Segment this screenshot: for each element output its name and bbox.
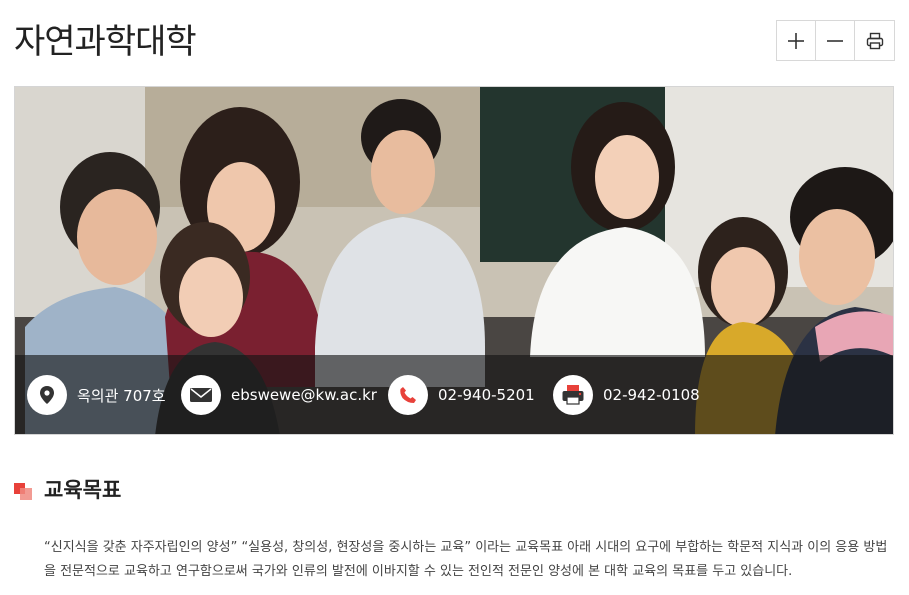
zoom-in-button[interactable] <box>777 21 816 60</box>
print-button[interactable] <box>855 21 894 60</box>
contact-email[interactable]: ebswewe@kw.ac.kr <box>181 375 377 415</box>
hero-banner: 옥의관 707호 ebswewe@kw.ac.kr 02-940-5201 02… <box>14 86 894 435</box>
contact-phone[interactable]: 02-940-5201 <box>388 375 535 415</box>
page-tools <box>776 20 895 61</box>
contact-fax: 02-942-0108 <box>553 375 700 415</box>
section-title: 교육목표 <box>44 478 122 502</box>
location-icon <box>27 375 67 415</box>
section-description: “신지식을 갖춘 자주자립인의 양성” “실용성, 창의성, 현장성을 중시하는… <box>44 540 888 579</box>
contact-location: 옥의관 707호 <box>27 375 166 415</box>
section-bullet-icon <box>14 478 36 500</box>
fax-icon <box>553 375 593 415</box>
section-heading: 교육목표 <box>14 474 121 504</box>
fax-text: 02-942-0108 <box>603 386 700 404</box>
location-text: 옥의관 707호 <box>77 386 166 405</box>
printer-icon <box>866 32 883 49</box>
email-text[interactable]: ebswewe@kw.ac.kr <box>231 386 377 404</box>
phone-text[interactable]: 02-940-5201 <box>438 386 535 404</box>
page-title: 자연과학대학 <box>14 22 197 62</box>
phone-icon <box>388 375 428 415</box>
contact-info-bar: 옥의관 707호 ebswewe@kw.ac.kr 02-940-5201 02… <box>15 355 893 434</box>
mail-icon <box>181 375 221 415</box>
zoom-out-button[interactable] <box>816 21 855 60</box>
plus-icon <box>788 32 804 49</box>
minus-icon <box>827 39 843 42</box>
